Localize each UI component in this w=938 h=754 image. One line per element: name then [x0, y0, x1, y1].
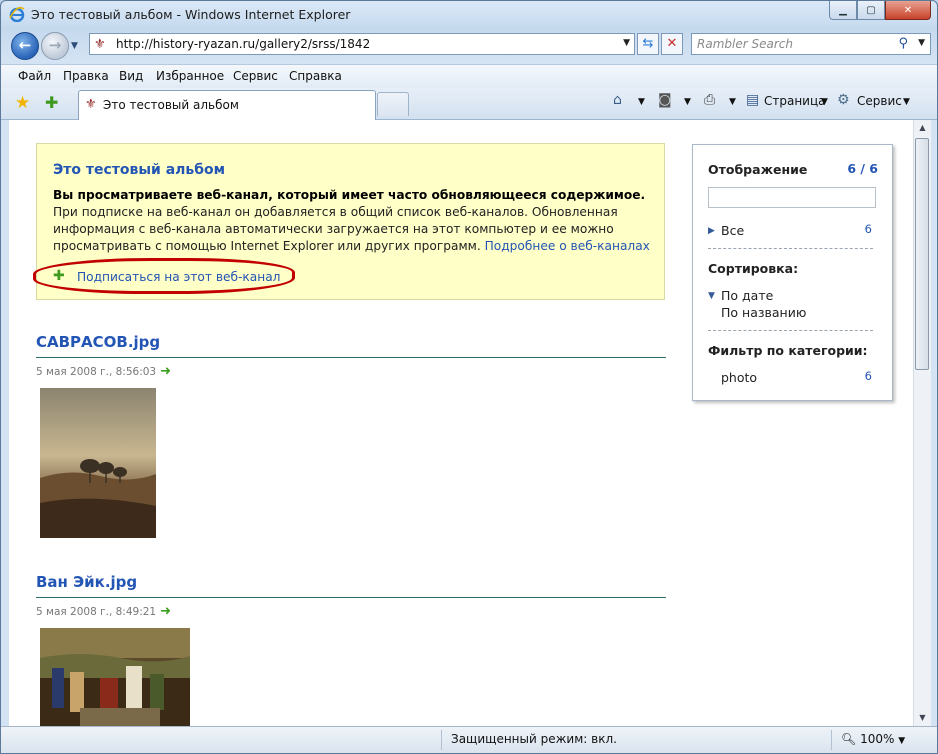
zoom-icon: 🔍︎ — [841, 732, 857, 746]
entry-date: 5 мая 2008 г., 8:49:21 ➜ — [36, 604, 171, 619]
stop-button[interactable]: ✕ — [661, 33, 683, 55]
scroll-down-icon[interactable]: ▼ — [914, 710, 931, 726]
category-photo-count: 6 — [864, 369, 872, 383]
zoom-dropdown-icon[interactable]: ▼ — [898, 736, 905, 746]
savrasov-painting-image[interactable] — [40, 388, 156, 538]
tab-favicon-icon: ⚜ — [85, 97, 97, 112]
close-button[interactable]: ✕ — [885, 1, 931, 20]
feed-filter-panel: Отображение 6 / 6 ▶ Все 6 Сортировка: ▼ … — [692, 144, 893, 401]
feed-bold-text: Вы просматриваете веб-канал, который име… — [53, 188, 646, 202]
entry-date: 5 мая 2008 г., 8:56:03 ➜ — [36, 364, 171, 379]
sort-by-date[interactable]: По дате — [721, 288, 773, 303]
feeds-help-link[interactable]: Подробнее о веб-каналах — [485, 239, 650, 253]
entry-title-link[interactable]: САВРАСОВ.jpg — [36, 333, 160, 351]
feed-description: Вы просматриваете веб-канал, который име… — [53, 187, 655, 255]
menu-favorites[interactable]: Избранное — [156, 69, 224, 83]
status-bar: Защищенный режим: вкл. 🔍︎ 100% ▼ — [1, 726, 937, 753]
display-heading: Отображение — [708, 162, 808, 177]
entry-divider — [36, 357, 666, 358]
status-divider — [831, 730, 832, 750]
menu-file[interactable]: Файл — [18, 69, 51, 83]
tab-label: Это тестовый альбом — [103, 98, 239, 112]
home-icon[interactable]: ⌂ — [613, 92, 622, 108]
tools-dropdown-icon[interactable]: ▼ — [903, 97, 910, 107]
entry-date-text: 5 мая 2008 г., 8:49:21 — [36, 606, 157, 618]
search-input[interactable]: Rambler Search — [697, 37, 793, 51]
zoom-value: 100% — [860, 732, 895, 746]
zoom-level[interactable]: 🔍︎ 100% ▼ — [841, 732, 905, 746]
tab-bar: ★ ✚ ⚜ Это тестовый альбом ⌂ ▼ ◙ ▼ ⎙ ▼ ▤ … — [1, 88, 937, 120]
category-filter-heading: Фильтр по категории: — [708, 343, 868, 358]
go-arrow-icon[interactable]: ➜ — [160, 604, 171, 619]
sort-desc-icon: ▼ — [708, 291, 715, 301]
scroll-up-icon[interactable]: ▲ — [914, 120, 931, 136]
search-options-icon[interactable]: ▼ — [918, 38, 925, 48]
page-icon: ▤ — [746, 92, 760, 108]
gear-icon: ⚙ — [837, 92, 850, 108]
add-favorites-icon[interactable]: ✚ — [45, 93, 58, 112]
van-eyck-painting-image[interactable] — [40, 628, 190, 726]
feeds-icon[interactable]: ◙ — [658, 92, 672, 108]
recent-pages-dropdown[interactable]: ▼ — [71, 41, 78, 51]
tab-active[interactable]: ⚜ Это тестовый альбом — [78, 90, 376, 120]
filter-all-count: 6 — [864, 222, 872, 236]
sidebar-divider — [708, 330, 873, 331]
search-box[interactable]: Rambler Search ⚲ ▼ — [691, 33, 931, 55]
menu-edit[interactable]: Правка — [63, 69, 109, 83]
page-content: Это тестовый альбом Вы просматриваете ве… — [9, 120, 913, 726]
vertical-scrollbar[interactable]: ▲ ▼ — [913, 120, 931, 726]
address-url[interactable]: http://history-ryazan.ru/gallery2/srss/1… — [116, 37, 370, 51]
feeds-dropdown-icon[interactable]: ▼ — [684, 97, 691, 107]
print-icon[interactable]: ⎙ — [704, 92, 715, 108]
go-arrow-icon[interactable]: ➜ — [160, 364, 171, 379]
home-dropdown-icon[interactable]: ▼ — [638, 97, 645, 107]
back-button[interactable]: ← — [11, 32, 39, 60]
menu-view[interactable]: Вид — [119, 69, 143, 83]
feed-info-banner: Это тестовый альбом Вы просматриваете ве… — [33, 143, 665, 300]
forward-button[interactable]: → — [41, 32, 69, 60]
browser-window: Это тестовый альбом - Windows Internet E… — [0, 0, 938, 754]
menu-tools[interactable]: Сервис — [233, 69, 278, 83]
address-bar[interactable]: ⚜ http://history-ryazan.ru/gallery2/srss… — [89, 33, 635, 55]
navigation-bar: ← → ▼ ⚜ http://history-ryazan.ru/gallery… — [1, 29, 937, 63]
print-dropdown-icon[interactable]: ▼ — [729, 97, 736, 107]
category-photo[interactable]: photo — [721, 370, 757, 385]
filter-all[interactable]: Все — [721, 223, 744, 238]
favorites-star-icon[interactable]: ★ — [15, 93, 30, 113]
entry-date-text: 5 мая 2008 г., 8:56:03 — [36, 366, 157, 378]
window-title: Это тестовый альбом - Windows Internet E… — [31, 7, 351, 22]
sort-heading: Сортировка: — [708, 261, 799, 276]
tools-menu-button[interactable]: Сервис — [857, 94, 902, 108]
page-menu-button[interactable]: Страница — [764, 94, 826, 108]
display-count: 6 / 6 — [847, 161, 878, 176]
filter-input[interactable] — [708, 187, 876, 208]
menu-bar: Файл Правка Вид Избранное Сервис Справка — [1, 64, 937, 89]
sort-by-name[interactable]: По названию — [721, 305, 806, 320]
refresh-button[interactable]: ⇆ — [637, 33, 659, 55]
title-bar: Это тестовый альбом - Windows Internet E… — [1, 1, 937, 29]
ie-logo-icon — [9, 6, 25, 22]
expand-arrow-icon: ▶ — [708, 226, 715, 236]
scroll-thumb[interactable] — [915, 138, 929, 370]
minimize-button[interactable]: ▁ — [829, 1, 857, 20]
status-divider — [441, 730, 442, 750]
sidebar-divider — [708, 248, 873, 249]
page-dropdown-icon[interactable]: ▼ — [821, 97, 828, 107]
protected-mode-status[interactable]: Защищенный режим: вкл. — [451, 732, 617, 746]
site-favicon-icon: ⚜ — [94, 37, 106, 52]
feed-title: Это тестовый альбом — [53, 162, 226, 178]
search-icon[interactable]: ⚲ — [898, 36, 908, 51]
entry-title-link[interactable]: Ван Эйк.jpg — [36, 573, 137, 591]
menu-help[interactable]: Справка — [289, 69, 342, 83]
new-tab-button[interactable] — [377, 92, 409, 116]
red-highlight-circle — [33, 258, 295, 294]
forward-arrow-icon: → — [48, 36, 62, 54]
address-dropdown-icon[interactable]: ▼ — [623, 38, 630, 48]
maximize-button[interactable]: ▢ — [857, 1, 885, 20]
entry-divider — [36, 597, 666, 598]
back-arrow-icon: ← — [18, 36, 32, 54]
